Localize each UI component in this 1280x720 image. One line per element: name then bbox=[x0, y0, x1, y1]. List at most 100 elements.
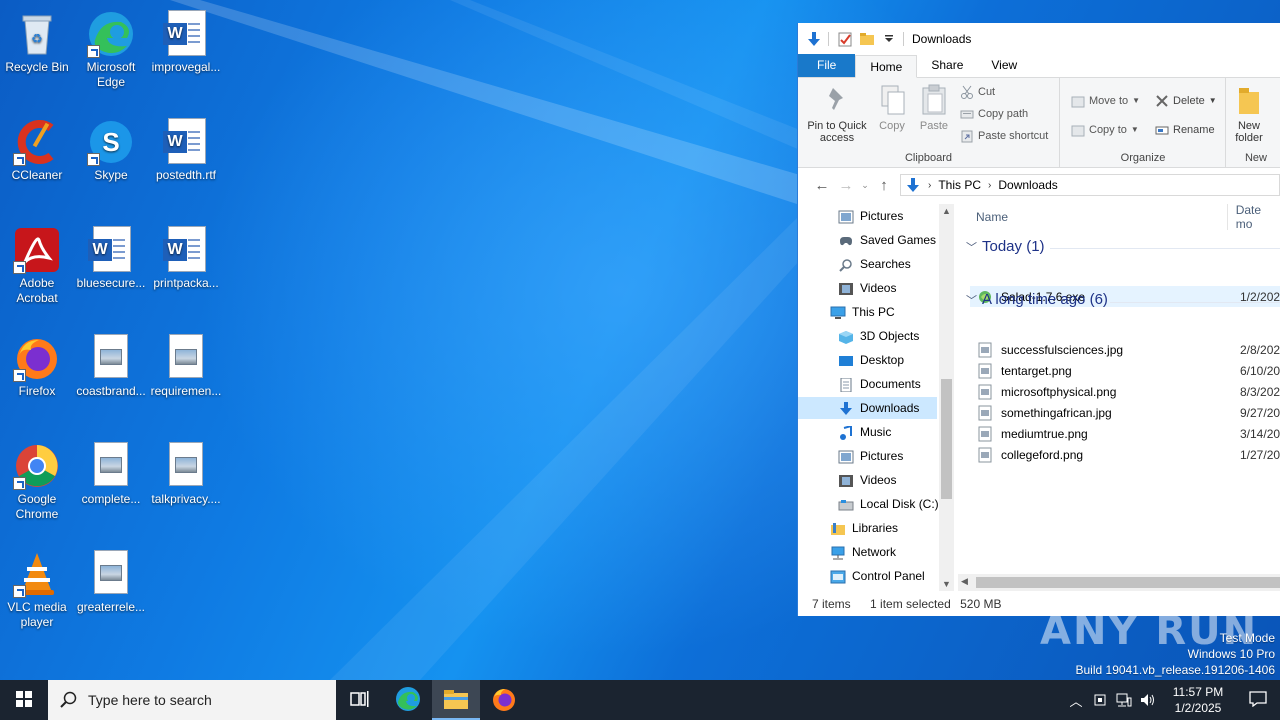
nav-item-this-pc[interactable]: This PC bbox=[830, 301, 895, 323]
desktop-icon-printpacka[interactable]: W printpacka... bbox=[148, 222, 224, 291]
file-row[interactable]: mediumtrue.png 3/14/201 bbox=[970, 423, 1280, 444]
customize-toolbar-chevron-icon[interactable] bbox=[881, 31, 897, 47]
group-label: Today (1) bbox=[982, 238, 1045, 255]
paste-button[interactable]: Paste bbox=[916, 84, 952, 132]
nav-label: Network bbox=[852, 545, 897, 559]
breadcrumb-this-pc[interactable]: This PC bbox=[938, 178, 981, 192]
pin-to-quick-access-button[interactable]: Pin to Quick access bbox=[804, 84, 870, 144]
task-view-button[interactable] bbox=[336, 680, 384, 720]
scroll-down-arrow-icon[interactable]: ▼ bbox=[939, 579, 954, 589]
nav-item-3d-objects[interactable]: 3D Objects bbox=[838, 325, 919, 347]
taskbar-edge-button[interactable] bbox=[384, 680, 432, 720]
group-header-long-ago[interactable]: ﹀ A long time ago (6) bbox=[966, 291, 1108, 308]
cut-button[interactable]: Cut bbox=[960, 82, 995, 102]
horizontal-scroll-thumb[interactable] bbox=[976, 577, 1280, 588]
address-path-box[interactable]: › This PC › Downloads bbox=[900, 174, 1280, 196]
breadcrumb-downloads[interactable]: Downloads bbox=[998, 178, 1057, 192]
file-name: successfulsciences.jpg bbox=[1001, 342, 1124, 357]
new-folder-button[interactable]: New folder bbox=[1227, 84, 1271, 144]
nav-item-control-panel[interactable]: Control Panel bbox=[830, 565, 925, 587]
nav-item-pictures-2[interactable]: Pictures bbox=[838, 445, 903, 467]
desktop-icon-skype[interactable]: S Skype bbox=[73, 114, 149, 183]
nav-item-desktop[interactable]: Desktop bbox=[838, 349, 904, 371]
desktop-icon-acrobat[interactable]: Adobe Acrobat bbox=[0, 222, 75, 306]
delete-button[interactable]: Delete ▼ bbox=[1155, 91, 1217, 111]
action-center-button[interactable] bbox=[1236, 680, 1280, 720]
window-titlebar[interactable]: Downloads bbox=[798, 23, 1280, 54]
forward-arrow-icon[interactable]: → bbox=[834, 177, 858, 194]
scroll-up-arrow-icon[interactable]: ▲ bbox=[939, 206, 954, 216]
tab-file[interactable]: File bbox=[798, 54, 856, 77]
file-row[interactable]: tentarget.png 6/10/202 bbox=[970, 360, 1280, 381]
up-arrow-icon[interactable]: ↑ bbox=[872, 177, 896, 194]
group-header-today[interactable]: ﹀ Today (1) bbox=[966, 238, 1045, 255]
taskbar-clock[interactable]: 11:57 PM 1/2/2025 bbox=[1160, 684, 1236, 716]
copy-to-button[interactable]: Copy to ▼ bbox=[1071, 120, 1139, 140]
nav-item-documents[interactable]: Documents bbox=[838, 373, 921, 395]
column-header-name[interactable]: Name bbox=[958, 204, 1228, 230]
file-explorer-window[interactable]: Downloads File Home Share View Pin to Qu… bbox=[797, 23, 1280, 616]
rename-button[interactable]: Rename bbox=[1155, 120, 1215, 140]
nav-item-videos[interactable]: Videos bbox=[838, 277, 896, 299]
desktop-icon-firefox[interactable]: Firefox bbox=[0, 330, 75, 399]
tab-view[interactable]: View bbox=[977, 54, 1031, 77]
svg-text:♻: ♻ bbox=[31, 31, 43, 46]
desktop-icon-bluesecure[interactable]: W bluesecure... bbox=[73, 222, 149, 291]
desktop-icon-edge[interactable]: Microsoft Edge bbox=[73, 6, 149, 90]
nav-item-saved-games[interactable]: Saved Games bbox=[838, 229, 936, 251]
group-label: A long time ago (6) bbox=[982, 291, 1108, 308]
taskbar-firefox-button[interactable] bbox=[480, 680, 528, 720]
nav-item-network[interactable]: Network bbox=[830, 541, 896, 563]
desktop-icon-greaterrele[interactable]: greaterrele... bbox=[73, 546, 149, 615]
nav-scroll-thumb[interactable] bbox=[941, 379, 952, 499]
new-folder-icon[interactable] bbox=[859, 31, 875, 47]
desktop-icon-improvegal[interactable]: W improvegal... bbox=[148, 6, 224, 75]
back-arrow-icon[interactable]: ← bbox=[810, 177, 834, 194]
desktop-icon-talkprivacy[interactable]: talkprivacy.... bbox=[148, 438, 224, 507]
nav-item-pictures[interactable]: Pictures bbox=[838, 205, 903, 227]
network-tray-icon[interactable] bbox=[1112, 680, 1136, 720]
nav-item-videos-2[interactable]: Videos bbox=[838, 469, 896, 491]
nav-item-local-disk[interactable]: Local Disk (C:) bbox=[838, 493, 939, 515]
start-button[interactable] bbox=[0, 680, 48, 720]
nav-item-libraries[interactable]: Libraries bbox=[830, 517, 898, 539]
desktop-icon-ccleaner[interactable]: CCleaner bbox=[0, 114, 75, 183]
desktop-icon-vlc[interactable]: VLC media player bbox=[0, 546, 75, 630]
nav-item-downloads[interactable]: Downloads bbox=[798, 397, 937, 419]
properties-icon[interactable] bbox=[837, 31, 853, 47]
desktop-icon-chrome[interactable]: Google Chrome bbox=[0, 438, 75, 522]
file-pane-horizontal-scrollbar[interactable]: ◀ bbox=[958, 574, 1280, 591]
desktop-icon-coastbrand[interactable]: coastbrand... bbox=[73, 330, 149, 399]
taskbar-file-explorer-button[interactable] bbox=[432, 680, 480, 720]
file-row[interactable]: somethingafrican.jpg 9/27/201 bbox=[970, 402, 1280, 423]
device-icon[interactable] bbox=[1088, 680, 1112, 720]
file-row[interactable]: microsoftphysical.png 8/3/2020 bbox=[970, 381, 1280, 402]
system-tray: ︿ 11:57 PM 1/2/2025 bbox=[1064, 680, 1280, 720]
file-row[interactable]: collegeford.png 1/27/201 bbox=[970, 444, 1280, 465]
file-row[interactable]: successfulsciences.jpg 2/8/2024 bbox=[970, 339, 1280, 360]
nav-item-searches[interactable]: Searches bbox=[838, 253, 911, 275]
taskbar-search-box[interactable]: Type here to search bbox=[48, 680, 336, 720]
show-hidden-icons-chevron-icon[interactable]: ︿ bbox=[1064, 680, 1088, 720]
nav-label: Desktop bbox=[860, 353, 905, 367]
scroll-left-arrow-icon[interactable]: ◀ bbox=[961, 576, 968, 587]
notification-icon bbox=[1249, 690, 1267, 710]
desktop-icon-postedth[interactable]: W postedth.rtf bbox=[148, 114, 224, 183]
music-icon bbox=[838, 424, 854, 440]
3d-objects-icon bbox=[838, 329, 854, 344]
desktop-icon-complete[interactable]: complete... bbox=[73, 438, 149, 507]
desktop-icon-label: Skype bbox=[94, 168, 128, 182]
volume-icon[interactable] bbox=[1136, 680, 1160, 720]
column-header-date-modified[interactable]: Date mo bbox=[1228, 204, 1280, 231]
copy-button[interactable]: Copy bbox=[874, 84, 910, 132]
nav-pane-scrollbar[interactable]: ▲ ▼ bbox=[939, 204, 954, 591]
recent-locations-chevron-icon[interactable]: ⌄ bbox=[858, 180, 872, 191]
nav-item-music[interactable]: Music bbox=[838, 421, 891, 443]
move-to-button[interactable]: Move to ▼ bbox=[1071, 91, 1140, 111]
tab-home[interactable]: Home bbox=[855, 55, 918, 78]
tab-share[interactable]: Share bbox=[917, 54, 977, 77]
copy-path-button[interactable]: Copy path bbox=[960, 104, 1028, 124]
desktop-icon-requiremen[interactable]: requiremen... bbox=[148, 330, 224, 399]
paste-shortcut-button[interactable]: Paste shortcut bbox=[960, 126, 1048, 146]
desktop-icon-recycle-bin[interactable]: ♻ Recycle Bin bbox=[0, 6, 75, 75]
